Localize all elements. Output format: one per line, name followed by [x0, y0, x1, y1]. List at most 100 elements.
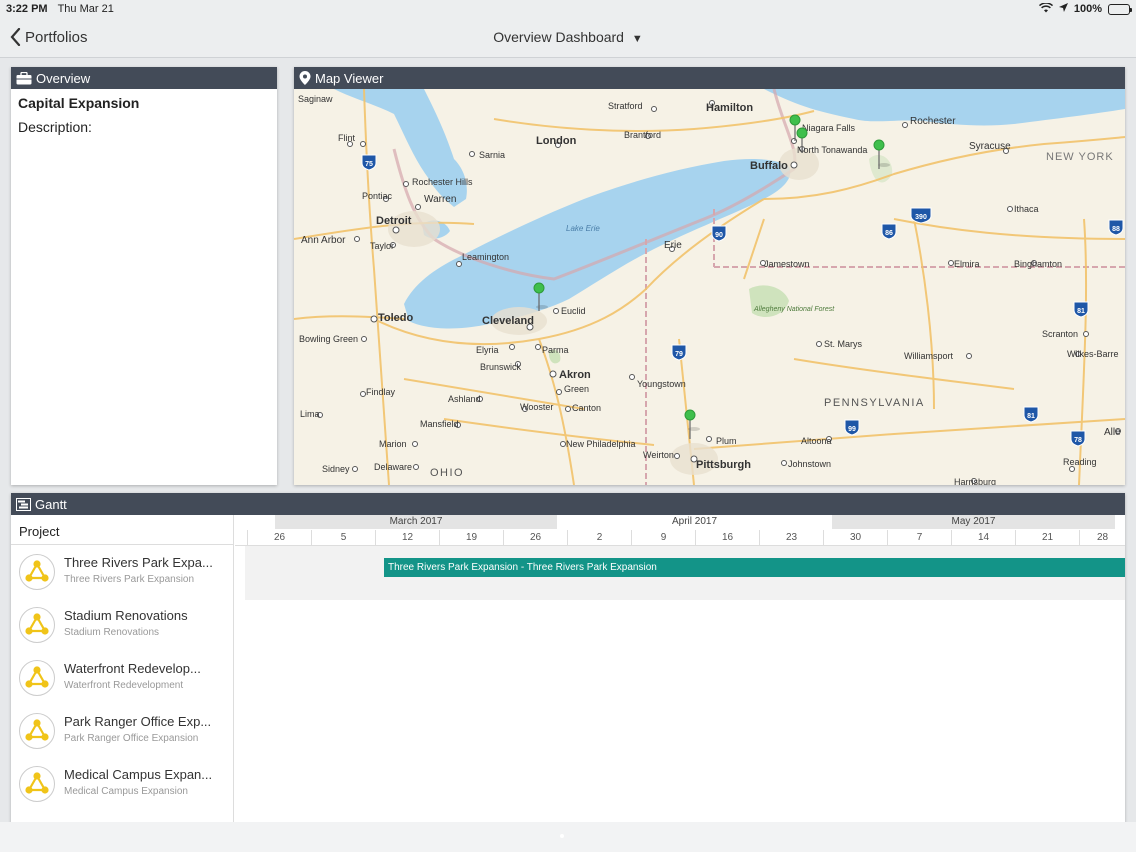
map-label: Allegheny National Forest	[753, 306, 835, 313]
gantt-task-bar[interactable]: Three Rivers Park Expansion - Three Rive…	[384, 558, 1125, 577]
day-label: 7	[887, 530, 951, 546]
day-label: 9	[631, 530, 695, 546]
map-label: Plum	[716, 436, 737, 446]
day-label: 12	[375, 530, 439, 546]
month-label: April 2017	[671, 516, 718, 527]
map-label: Buffalo	[750, 160, 788, 172]
month-header: March 2017 April 2017 May 2017	[235, 515, 1125, 530]
interstate-shield-icon: 86	[881, 223, 897, 240]
status-indicators: 100%	[1038, 1, 1132, 16]
overview-panel: Overview Capital Expansion Description:	[11, 67, 277, 485]
map-label: Ithaca	[1014, 204, 1039, 214]
interstate-shield-icon: 81	[1023, 406, 1039, 423]
map-label: Erie	[664, 240, 682, 251]
day-label: 16	[695, 530, 759, 546]
svg-text:78: 78	[1074, 437, 1082, 444]
map-label: Williamsport	[904, 351, 954, 361]
battery-icon	[1108, 3, 1132, 15]
status-time: 3:22 PM	[6, 3, 48, 15]
project-name: Waterfront Redevelop...	[64, 661, 201, 676]
map-label: North Tonawanda	[797, 145, 867, 155]
project-row[interactable]: Three Rivers Park Expa... Three Rivers P…	[11, 545, 233, 598]
map-label: Bowling Green	[299, 334, 358, 344]
map-label: Scranton	[1042, 329, 1078, 339]
interstate-shield-icon: 79	[671, 344, 687, 361]
map-label: Leamington	[462, 252, 509, 262]
map-label: Lima	[300, 409, 320, 419]
map-label: Brantford	[624, 130, 661, 140]
gantt-timeline[interactable]: March 2017 April 2017 May 2017 26 5 12 1…	[235, 515, 1125, 823]
svg-text:88: 88	[1112, 226, 1120, 233]
map-label: Parma	[542, 345, 569, 355]
map-label: Taylor	[370, 241, 394, 251]
day-label: 14	[951, 530, 1015, 546]
map-label: Wilkes-Barre	[1067, 349, 1119, 359]
day-label: 21	[1015, 530, 1079, 546]
project-network-icon	[19, 713, 55, 749]
map-label: Ann Arbor	[301, 235, 346, 246]
day-label: 28	[1079, 530, 1125, 546]
map-label: Toledo	[378, 312, 414, 324]
map-label: PENNSYLVANIA	[824, 397, 925, 409]
project-row[interactable]: Medical Campus Expan... Medical Campus E…	[11, 757, 233, 810]
interstate-shield-icon: 75	[361, 154, 377, 171]
map-label: Youngstown	[637, 379, 686, 389]
day-label: 5	[311, 530, 375, 546]
project-subtitle: Stadium Renovations	[64, 627, 160, 638]
map-label: Syracuse	[969, 141, 1011, 152]
description-label: Description:	[18, 119, 92, 135]
map-label: St. Marys	[824, 339, 863, 349]
map-label: London	[536, 135, 577, 147]
map-pin-icon	[299, 71, 311, 85]
map-label: Rochester	[910, 116, 956, 127]
interstate-shield-icon: 390	[910, 207, 932, 224]
briefcase-icon	[16, 71, 32, 84]
map-label: Niagara Falls	[802, 123, 856, 133]
navigation-bar: Portfolios Overview Dashboard ▼	[0, 18, 1136, 58]
project-row[interactable]: Stadium Renovations Stadium Renovations	[11, 598, 233, 651]
project-network-icon	[19, 607, 55, 643]
map-label: Brunswick	[480, 362, 522, 372]
map-label: Wooster	[520, 402, 553, 412]
map-canvas[interactable]: Saginaw Stratford Hamilton Rochester Fli…	[294, 89, 1125, 485]
day-label: 2	[567, 530, 631, 546]
overview-header-label: Overview	[36, 70, 91, 86]
wifi-icon	[1038, 1, 1053, 16]
project-row[interactable]: Park Ranger Office Exp... Park Ranger Of…	[11, 704, 233, 757]
map-label: Cleveland	[482, 315, 534, 327]
day-label: 26	[503, 530, 567, 546]
project-row[interactable]: Waterfront Redevelop... Waterfront Redev…	[11, 651, 233, 704]
map-label: OHIO	[430, 467, 464, 479]
gantt-chart-icon	[16, 497, 31, 511]
home-indicator-area	[0, 822, 1136, 852]
svg-text:81: 81	[1077, 308, 1085, 315]
map-label: Mansfield	[420, 419, 459, 429]
gantt-header: Gantt	[11, 493, 1125, 515]
map-label: Hamilton	[706, 102, 753, 114]
status-date: Thu Mar 21	[57, 3, 114, 15]
project-subtitle: Waterfront Redevelopment	[64, 680, 184, 691]
map-label: Warren	[424, 194, 456, 205]
caret-down-icon: ▼	[631, 33, 643, 45]
project-name: Three Rivers Park Expa...	[64, 555, 213, 570]
project-subtitle: Park Ranger Office Expansion	[64, 733, 199, 744]
day-label: 23	[759, 530, 823, 546]
map-label: Elmira	[954, 259, 980, 269]
map-label: Detroit	[376, 215, 412, 227]
map-label: Reading	[1063, 457, 1097, 467]
page-indicator-dot	[560, 834, 564, 838]
map-label: Pontiac	[362, 191, 393, 201]
project-subtitle: Medical Campus Expansion	[64, 786, 188, 797]
svg-text:75: 75	[365, 161, 373, 168]
map-label: Jamestown	[764, 259, 810, 269]
map-label: Delaware	[374, 462, 412, 472]
dashboard-selector[interactable]: Overview Dashboard ▼	[0, 29, 1136, 45]
month-label: May 2017	[832, 515, 1115, 529]
map-label: Akron	[559, 369, 591, 381]
day-header: 26 5 12 19 26 2 9 16 23 30 7 14 21 28	[235, 530, 1125, 546]
map-label: Harrisburg	[954, 477, 996, 485]
page-title: Overview Dashboard	[493, 29, 624, 45]
interstate-shield-icon: 90	[711, 225, 727, 242]
map-label: Flint	[338, 133, 356, 143]
project-name: Stadium Renovations	[64, 608, 188, 623]
